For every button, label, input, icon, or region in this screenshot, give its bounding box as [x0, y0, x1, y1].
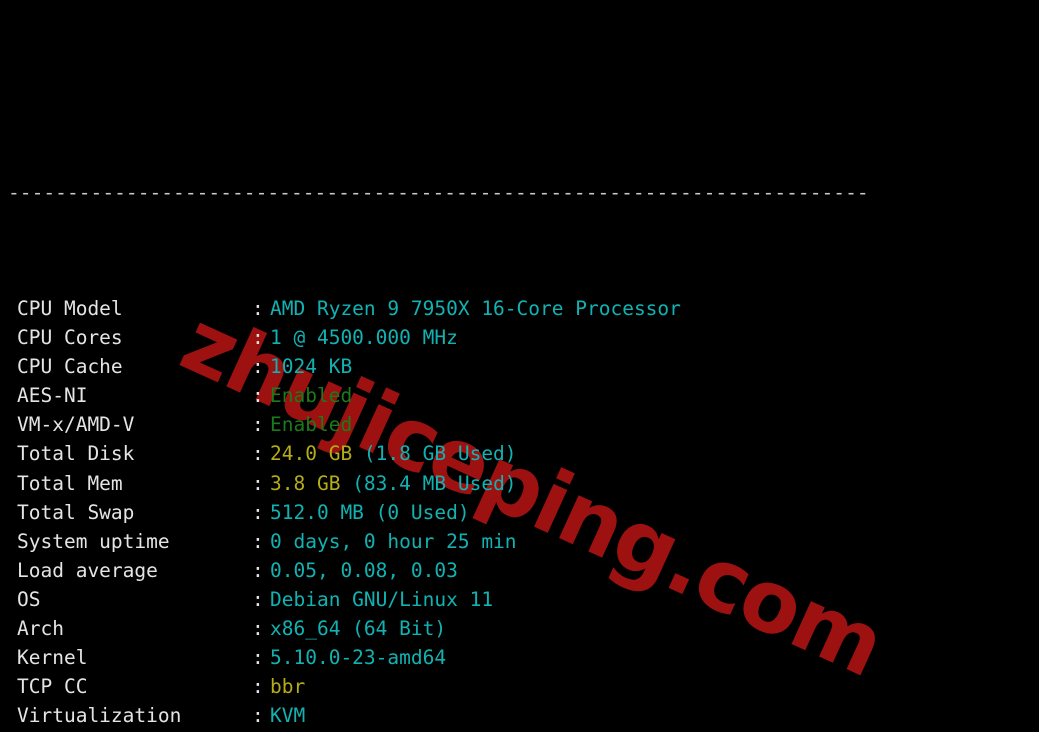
info-colon: : [252, 384, 264, 408]
info-value: 3.8 GB (83.4 MB Used) [270, 472, 517, 495]
info-value-segment: Enabled [270, 413, 353, 437]
system-info-row: Total Disk:24.0 GB (1.8 GB Used) [0, 439, 1039, 468]
info-value: Enabled [270, 384, 352, 407]
system-info-row: TCP CC: bbr [0, 672, 1039, 701]
info-colon: : [252, 704, 264, 728]
info-label: Virtualization [17, 704, 182, 728]
info-label: Total Mem [17, 471, 123, 495]
info-label: CPU Cache [17, 355, 123, 379]
info-value-segment: Debian GNU/Linux 11 [270, 587, 494, 611]
system-info-row: Kernel:5.10.0-23-amd64 [0, 643, 1039, 672]
info-colon: : [252, 326, 264, 350]
info-value-segment: AMD Ryzen 9 7950X 16-Core Processor [270, 296, 681, 320]
info-colon: : [252, 616, 264, 640]
info-value: 5.10.0-23-amd64 [270, 646, 446, 669]
info-label: CPU Model [17, 296, 123, 320]
system-info-row: Load average:0.05, 0.08, 0.03 [0, 556, 1039, 585]
info-colon: : [252, 529, 264, 553]
info-value-segment: 5.10.0-23-amd64 [270, 646, 447, 670]
info-value: 512.0 MB (0 Used) [270, 501, 470, 524]
info-label: Total Disk [17, 442, 135, 466]
info-colon: : [252, 355, 264, 379]
info-value-segment: bbr [270, 675, 306, 699]
info-label: System uptime [17, 529, 170, 553]
info-label: VM-x/AMD-V [17, 413, 135, 437]
info-value-segment: Enabled [270, 384, 353, 408]
info-colon: : [252, 471, 264, 495]
system-info-row: Total Mem:3.8 GB (83.4 MB Used) [0, 469, 1039, 498]
info-value: 1024 KB [270, 355, 352, 378]
info-value: AMD Ryzen 9 7950X 16-Core Processor [270, 297, 681, 320]
info-value-segment: (1.8 GB Used) [363, 442, 517, 466]
info-value-segment: KVM [270, 704, 306, 728]
info-value: 0 days, 0 hour 25 min [270, 530, 517, 553]
info-value: Debian GNU/Linux 11 [270, 588, 493, 611]
info-value-segment: 0 days, 0 hour 25 min [270, 529, 517, 553]
system-info-row: Virtualization: KVM [0, 701, 1039, 730]
system-info-row: Total Swap:512.0 MB (0 Used) [0, 498, 1039, 527]
info-label: AES-NI [17, 384, 88, 408]
top-spacer [0, 87, 1039, 90]
info-value-segment: 3.8 GB [270, 471, 353, 495]
system-info-row: CPU Cores:1 @ 4500.000 MHz [0, 323, 1039, 352]
info-value: 0.05, 0.08, 0.03 [270, 559, 458, 582]
info-value-segment: 1 @ 4500.000 MHz [270, 326, 458, 350]
info-value-segment: (83.4 MB Used) [352, 471, 517, 495]
system-info-row: System uptime:0 days, 0 hour 25 min [0, 527, 1039, 556]
info-colon: : [252, 442, 264, 466]
system-info-row: OS: Debian GNU/Linux 11 [0, 585, 1039, 614]
info-value-segment: 1024 KB [270, 355, 353, 379]
info-label: OS [17, 587, 41, 611]
info-label: Kernel [17, 646, 88, 670]
info-label: Arch [17, 616, 64, 640]
system-info-row: VM-x/AMD-V: Enabled [0, 410, 1039, 439]
info-colon: : [252, 500, 264, 524]
system-info-row: CPU Cache:1024 KB [0, 352, 1039, 381]
info-value: x86_64 (64 Bit) [270, 617, 446, 640]
info-value-segment: 512.0 MB (0 Used) [270, 500, 470, 524]
info-value: 24.0 GB (1.8 GB Used) [270, 442, 517, 465]
info-value: Enabled [270, 413, 352, 436]
info-value: bbr [270, 675, 305, 698]
info-colon: : [252, 587, 264, 611]
info-value-segment: 24.0 GB [270, 442, 364, 466]
terminal-output: ----------------------------------------… [0, 0, 1039, 732]
system-info-block: CPU Model: AMD Ryzen 9 7950X 16-Core Proc… [0, 294, 1039, 732]
info-value-segment: x86_64 (64 Bit) [270, 616, 447, 640]
system-info-row: CPU Model: AMD Ryzen 9 7950X 16-Core Proc… [0, 294, 1039, 323]
separator-top: ----------------------------------------… [8, 180, 869, 204]
info-colon: : [252, 646, 264, 670]
terminal-window: zhujiceping.com ------------------------… [0, 0, 1039, 732]
info-colon: : [252, 413, 264, 437]
info-colon: : [252, 296, 264, 320]
info-value: KVM [270, 704, 305, 727]
info-label: CPU Cores [17, 326, 123, 350]
info-label: TCP CC [17, 675, 88, 699]
info-value: 1 @ 4500.000 MHz [270, 326, 458, 349]
info-label: Load average [17, 558, 158, 582]
system-info-row: AES-NI: Enabled [0, 381, 1039, 410]
info-colon: : [252, 558, 264, 582]
info-colon: : [252, 675, 264, 699]
system-info-row: Arch: x86_64 (64 Bit) [0, 614, 1039, 643]
info-value-segment: 0.05, 0.08, 0.03 [270, 558, 458, 582]
info-label: Total Swap [17, 500, 135, 524]
